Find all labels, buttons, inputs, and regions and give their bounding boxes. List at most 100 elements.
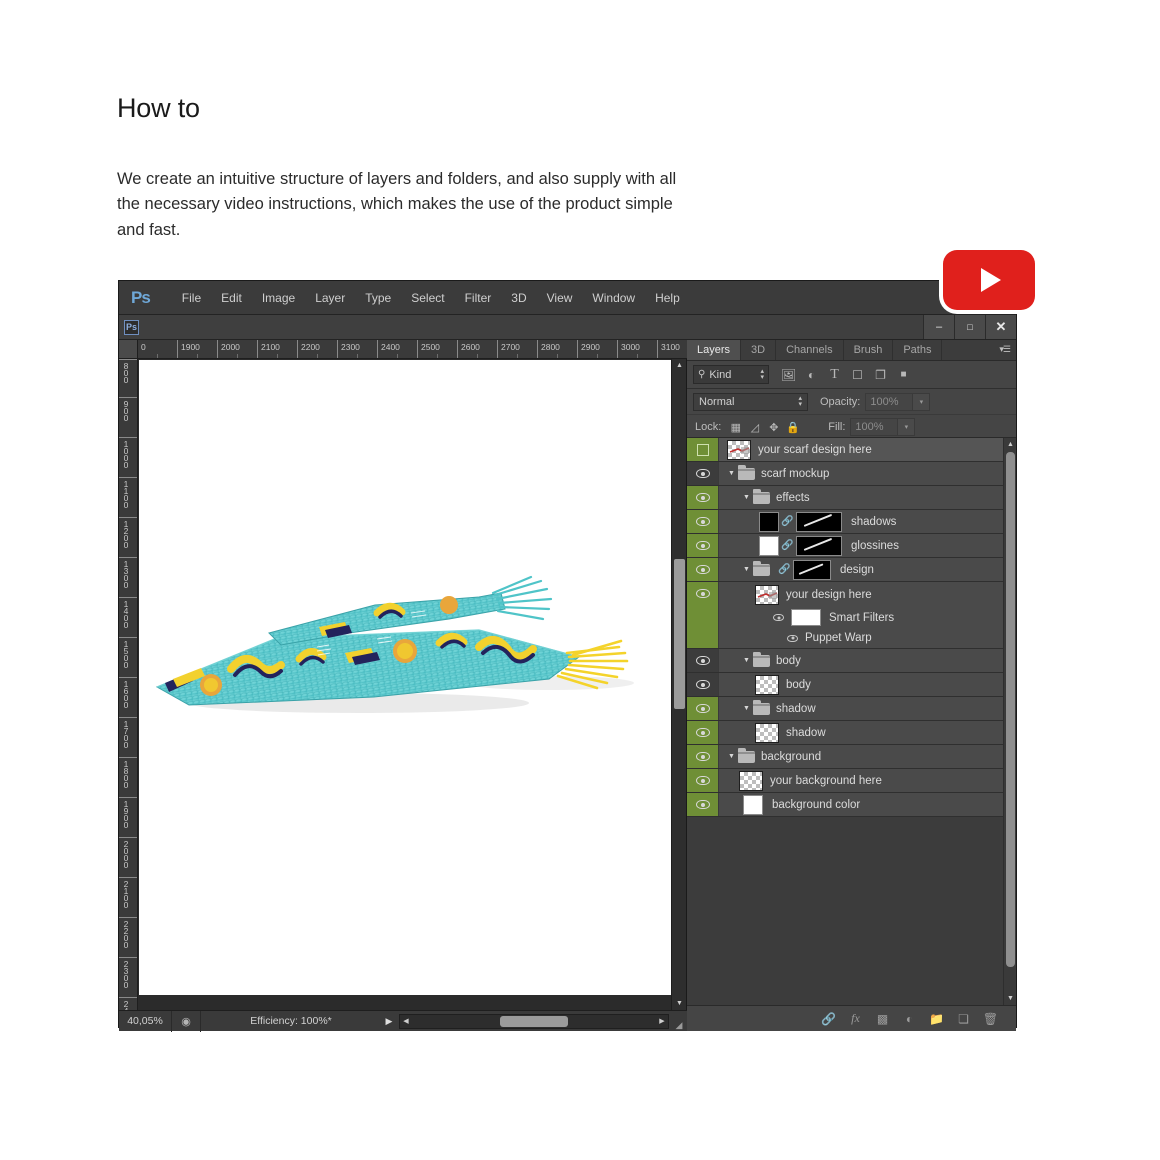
lock-image-pixels-icon[interactable]: ◿ — [745, 418, 764, 436]
table-row[interactable]: ▼ background — [687, 745, 1003, 769]
layer-filter-kind-select[interactable]: ⚲ Kind ▴ ▾ — [693, 365, 769, 384]
layer-visibility-toggle[interactable] — [687, 745, 719, 768]
layer-visibility-toggle[interactable] — [687, 793, 719, 816]
vertical-ruler[interactable]: 800 900 1000 1100 1200 1300 1400 1500 16… — [119, 359, 138, 1010]
layer-visibility-toggle[interactable] — [687, 510, 719, 533]
table-row[interactable]: your design here Smart Filters Puppet Wa… — [687, 582, 1003, 649]
status-expand-arrow-icon[interactable]: ▶ — [381, 1016, 397, 1027]
table-row[interactable]: your scarf design here — [687, 438, 1003, 462]
add-layer-mask-icon[interactable]: ▩ — [869, 1006, 896, 1031]
layers-scroll-thumb[interactable] — [1006, 452, 1015, 967]
scroll-down-arrow-icon[interactable]: ▼ — [1004, 992, 1016, 1005]
layer-visibility-toggle[interactable] — [687, 582, 719, 648]
layer-visibility-toggle[interactable] — [687, 697, 719, 720]
scroll-down-arrow-icon[interactable]: ▼ — [672, 997, 687, 1010]
panel-menu-icon[interactable]: ▾☰ — [999, 344, 1011, 355]
canvas-vscroll-thumb[interactable] — [674, 559, 685, 709]
type-layer-filter-icon[interactable]: T — [824, 365, 845, 384]
menu-item-layer[interactable]: Layer — [305, 291, 355, 305]
table-row[interactable]: ▼ effects — [687, 486, 1003, 510]
layer-list[interactable]: your scarf design here ▼ scarf mockup ▼ … — [687, 437, 1016, 1005]
menu-item-select[interactable]: Select — [401, 291, 454, 305]
zoom-level[interactable]: 40,05% — [119, 1015, 171, 1027]
pixel-layer-filter-icon[interactable]: 🖼 — [778, 365, 799, 384]
table-row[interactable]: ▼ scarf mockup — [687, 462, 1003, 486]
tab-3d[interactable]: 3D — [741, 340, 777, 360]
youtube-play-button[interactable] — [943, 250, 1035, 310]
menu-item-3d[interactable]: 3D — [501, 291, 536, 305]
blend-mode-select[interactable]: Normal ▴ ▾ — [693, 392, 808, 411]
layer-visibility-toggle[interactable] — [687, 721, 719, 744]
menu-item-edit[interactable]: Edit — [211, 291, 252, 305]
layer-visibility-toggle[interactable] — [687, 769, 719, 792]
resize-grip-icon[interactable]: ◢ — [671, 1011, 687, 1032]
table-row[interactable]: ▼ shadow — [687, 697, 1003, 721]
menu-item-type[interactable]: Type — [355, 291, 401, 305]
spinner-icon[interactable]: ▴ ▾ — [760, 368, 764, 381]
layer-visibility-toggle[interactable] — [687, 486, 719, 509]
tab-paths[interactable]: Paths — [893, 340, 943, 360]
table-row[interactable]: your background here — [687, 769, 1003, 793]
shape-layer-filter-icon[interactable]: ☐ — [847, 365, 868, 384]
table-row[interactable]: 🔗 shadows — [687, 510, 1003, 534]
new-fill-adjustment-icon[interactable]: ◐ — [896, 1006, 923, 1031]
filter-toggle-icon[interactable]: ■ — [893, 365, 914, 384]
document-info-icon[interactable]: ◉ — [172, 1015, 200, 1028]
new-group-icon[interactable]: 📁 — [923, 1006, 950, 1031]
layer-visibility-toggle[interactable] — [687, 558, 719, 581]
table-row[interactable]: ▼ body — [687, 649, 1003, 673]
table-row[interactable]: ▼ 🔗 design — [687, 558, 1003, 582]
link-mask-icon[interactable]: 🔗 — [776, 564, 793, 575]
adjustment-layer-filter-icon[interactable]: ◐ — [801, 365, 822, 384]
image-canvas[interactable] — [139, 360, 671, 995]
horizontal-ruler[interactable]: 0 1900 2000 2100 2200 2300 2400 2500 260… — [119, 340, 687, 359]
tab-layers[interactable]: Layers — [687, 340, 742, 360]
chevron-down-icon[interactable]: ▼ — [725, 753, 738, 760]
layer-visibility-toggle[interactable] — [687, 534, 719, 557]
menu-item-view[interactable]: View — [537, 291, 583, 305]
table-row[interactable]: shadow — [687, 721, 1003, 745]
scroll-up-arrow-icon[interactable]: ▲ — [672, 359, 687, 372]
eye-icon[interactable] — [787, 634, 798, 642]
lock-transparent-pixels-icon[interactable]: ▦ — [726, 418, 745, 436]
chevron-down-icon[interactable]: ▼ — [740, 705, 753, 712]
new-layer-icon[interactable]: ❏ — [950, 1006, 977, 1031]
fill-value[interactable]: 100% — [850, 418, 899, 436]
chevron-down-icon[interactable]: ▼ — [740, 566, 753, 573]
layer-visibility-toggle[interactable] — [687, 462, 719, 485]
layers-scrollbar[interactable]: ▲ ▼ — [1003, 438, 1016, 1005]
opacity-dropdown-icon[interactable]: ▾ — [913, 392, 931, 411]
layer-visibility-toggle[interactable] — [687, 649, 719, 672]
link-mask-icon[interactable]: 🔗 — [779, 540, 796, 551]
link-layers-icon[interactable]: 🔗 — [815, 1006, 842, 1031]
link-mask-icon[interactable]: 🔗 — [779, 516, 796, 527]
menu-item-image[interactable]: Image — [252, 291, 305, 305]
canvas-vertical-scrollbar[interactable]: ▲ ▼ — [671, 359, 686, 1010]
menu-item-help[interactable]: Help — [645, 291, 690, 305]
lock-all-icon[interactable]: 🔒 — [783, 418, 802, 436]
chevron-down-icon[interactable]: ▼ — [740, 657, 753, 664]
layer-style-fx-icon[interactable]: fx — [842, 1006, 869, 1031]
chevron-down-icon[interactable]: ▼ — [740, 494, 753, 501]
canvas-horizontal-scrollbar[interactable]: ◀ ▶ — [399, 1013, 669, 1029]
eye-icon[interactable] — [773, 614, 784, 621]
minimize-button[interactable]: – — [923, 315, 954, 339]
table-row[interactable]: 🔗 glossines — [687, 534, 1003, 558]
delete-layer-icon[interactable]: 🗑 — [977, 1006, 1004, 1031]
layer-visibility-toggle[interactable] — [687, 673, 719, 696]
canvas-hscroll-thumb[interactable] — [500, 1015, 568, 1027]
close-button[interactable]: ✕ — [985, 315, 1016, 339]
maximize-button[interactable]: □ — [954, 315, 985, 339]
scroll-right-arrow-icon[interactable]: ▶ — [656, 1017, 668, 1025]
tab-channels[interactable]: Channels — [776, 340, 844, 360]
fill-dropdown-icon[interactable]: ▾ — [898, 418, 916, 436]
tab-brush[interactable]: Brush — [843, 340, 894, 360]
table-row[interactable]: body — [687, 673, 1003, 697]
menu-item-filter[interactable]: Filter — [455, 291, 502, 305]
menu-item-file[interactable]: File — [172, 291, 211, 305]
smart-object-filter-icon[interactable]: ❐ — [870, 365, 891, 384]
lock-position-icon[interactable]: ✥ — [764, 418, 783, 436]
opacity-value[interactable]: 100% — [865, 392, 914, 411]
layer-visibility-toggle[interactable] — [687, 438, 719, 461]
scroll-up-arrow-icon[interactable]: ▲ — [1004, 438, 1016, 451]
